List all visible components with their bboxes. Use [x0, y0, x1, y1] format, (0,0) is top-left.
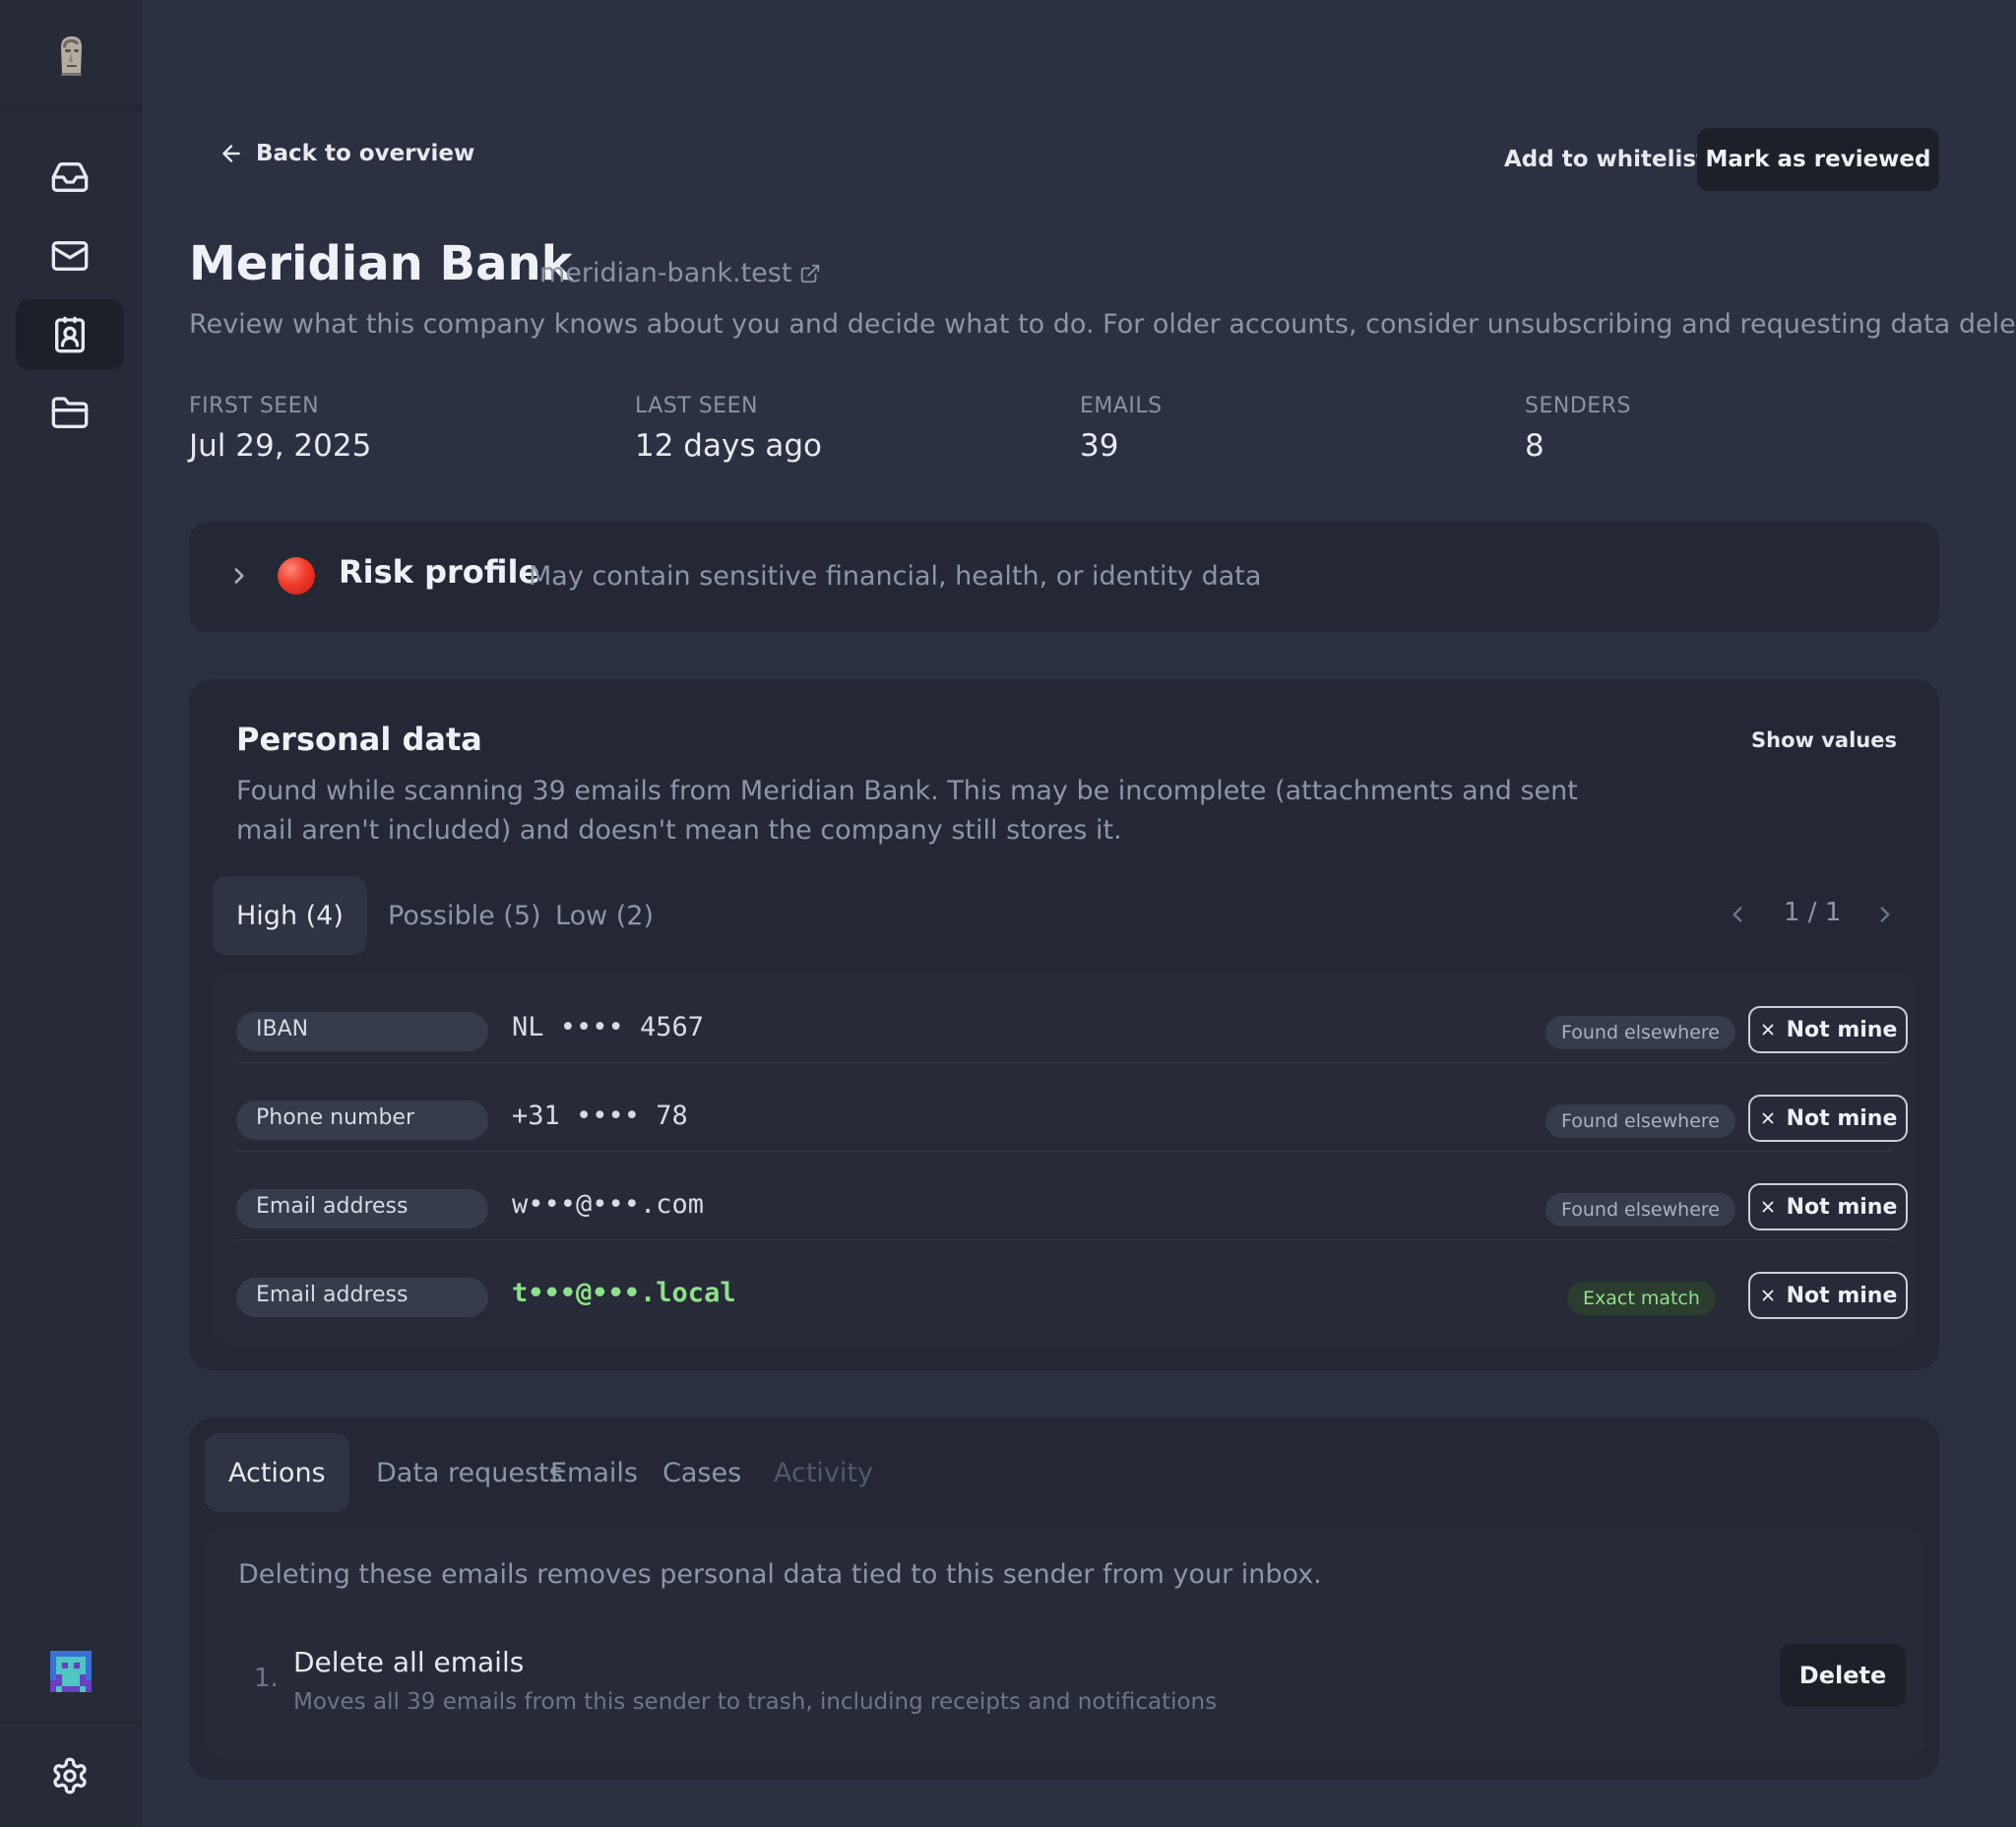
not-mine-label: Not mine [1786, 1105, 1898, 1131]
stat-label: FIRST SEEN [189, 394, 320, 418]
risk-profile-toggle[interactable]: Risk profile May contain sensitive finan… [189, 522, 1939, 632]
nav-inbox[interactable] [16, 142, 124, 213]
nav-contacts[interactable] [16, 299, 124, 370]
avatar[interactable] [50, 1651, 92, 1692]
data-type-pill: Email address [236, 1189, 488, 1228]
status-badge: Found elsewhere [1545, 1193, 1735, 1227]
not-mine-label: Not mine [1786, 1283, 1898, 1308]
data-value: NL •••• 4567 [512, 1012, 705, 1042]
stat-emails: EMAILS 39 [1080, 394, 1163, 464]
stat-value: 8 [1525, 428, 1544, 464]
risk-profile-title: Risk profile [339, 553, 540, 591]
tab-high[interactable]: High (4) [213, 876, 367, 955]
status-badge: Found elsewhere [1545, 1016, 1735, 1049]
exact-match-badge: Exact match [1567, 1282, 1716, 1315]
data-value: w•••@•••.com [512, 1189, 705, 1220]
not-mine-label: Not mine [1786, 1017, 1898, 1042]
close-icon [1762, 1112, 1774, 1124]
page-description: Review what this company knows about you… [189, 309, 2016, 340]
mail-icon [51, 241, 89, 271]
moai-icon [61, 35, 82, 76]
actions-description: Deleting these emails removes personal d… [238, 1559, 1322, 1590]
nav-folder[interactable] [16, 378, 124, 449]
data-value: t•••@•••.local [512, 1278, 736, 1308]
nav-mail[interactable] [16, 220, 124, 291]
external-link-icon [801, 264, 820, 283]
chevron-right-icon [234, 568, 244, 584]
chevron-left-icon[interactable] [1725, 902, 1750, 927]
personal-data-description: Found while scanning 39 emails from Meri… [236, 776, 1578, 846]
company-domain-link[interactable]: meridian-bank.test [539, 258, 821, 288]
tab-actions[interactable]: Actions [205, 1433, 349, 1512]
list-item: IBAN NL •••• 4567 Found elsewhere Not mi… [236, 975, 1908, 1063]
tab-activity[interactable]: Activity [750, 1433, 897, 1512]
actions-panel: Deleting these emails removes personal d… [205, 1530, 1923, 1760]
data-value: +31 •••• 78 [512, 1101, 688, 1131]
list-item: Email address w•••@•••.com Found elsewhe… [236, 1152, 1908, 1240]
step-number: 1. [254, 1664, 279, 1693]
stat-value: 12 days ago [635, 428, 822, 464]
stat-value: Jul 29, 2025 [189, 428, 372, 464]
sidebar [0, 0, 142, 1827]
list-item: Email address t•••@•••.local Exact match… [236, 1240, 1908, 1329]
not-mine-button[interactable]: Not mine [1748, 1006, 1908, 1053]
personal-data-card: Personal data Show values Found while sc… [189, 679, 1939, 1370]
gear-icon [53, 1757, 87, 1795]
step-title: Delete all emails [293, 1646, 525, 1678]
sidebar-divider [0, 1723, 142, 1724]
company-domain: meridian-bank.test [539, 258, 792, 288]
data-type-pill: Email address [236, 1278, 488, 1317]
red-circle-icon [278, 557, 315, 595]
delete-button[interactable]: Delete [1780, 1644, 1906, 1707]
back-to-overview-link[interactable]: Back to overview [219, 141, 474, 166]
back-link-label: Back to overview [256, 141, 475, 166]
actions-card: Actions Data requests Emails Cases Activ… [189, 1418, 1939, 1780]
arrow-left-icon [222, 145, 240, 162]
contact-icon [55, 316, 85, 353]
close-icon [1762, 1024, 1774, 1036]
personal-data-list: IBAN NL •••• 4567 Found elsewhere Not mi… [213, 975, 1916, 1345]
stat-first-seen: FIRST SEEN Jul 29, 2025 [189, 394, 371, 464]
close-icon [1762, 1201, 1774, 1213]
stat-label: EMAILS [1080, 394, 1163, 418]
step-description: Moves all 39 emails from this sender to … [293, 1689, 1218, 1715]
not-mine-label: Not mine [1786, 1194, 1898, 1220]
chevron-right-icon[interactable] [1872, 902, 1898, 927]
folder-icon [51, 397, 89, 428]
stat-label: LAST SEEN [635, 394, 758, 418]
stat-label: SENDERS [1525, 394, 1631, 418]
not-mine-button[interactable]: Not mine [1748, 1095, 1908, 1142]
tab-cases[interactable]: Cases [639, 1433, 765, 1512]
stat-last-seen: LAST SEEN 12 days ago [635, 394, 822, 464]
close-icon [1762, 1290, 1774, 1301]
inbox-icon [51, 162, 89, 192]
mark-as-reviewed-button[interactable]: Mark as reviewed [1697, 128, 1939, 191]
app-logo[interactable] [0, 0, 142, 110]
not-mine-button[interactable]: Not mine [1748, 1183, 1908, 1230]
list-item: Phone number +31 •••• 78 Found elsewhere… [236, 1063, 1908, 1152]
not-mine-button[interactable]: Not mine [1748, 1272, 1908, 1319]
show-values-button[interactable]: Show values [1751, 728, 1897, 752]
pagination-indicator: 1 / 1 [1784, 898, 1842, 927]
stat-senders: SENDERS 8 [1525, 394, 1631, 464]
personal-data-title: Personal data [236, 721, 482, 758]
nav-settings[interactable] [16, 1740, 124, 1811]
stat-value: 39 [1080, 428, 1119, 464]
data-type-pill: IBAN [236, 1012, 488, 1051]
status-badge: Found elsewhere [1545, 1104, 1735, 1138]
risk-profile-description: May contain sensitive financial, health,… [529, 561, 1262, 592]
add-to-whitelist-button[interactable]: Add to whitelist [1480, 128, 1731, 191]
data-type-pill: Phone number [236, 1101, 488, 1140]
tab-low[interactable]: Low (2) [532, 876, 677, 955]
page-title: Meridian Bank [189, 236, 573, 291]
